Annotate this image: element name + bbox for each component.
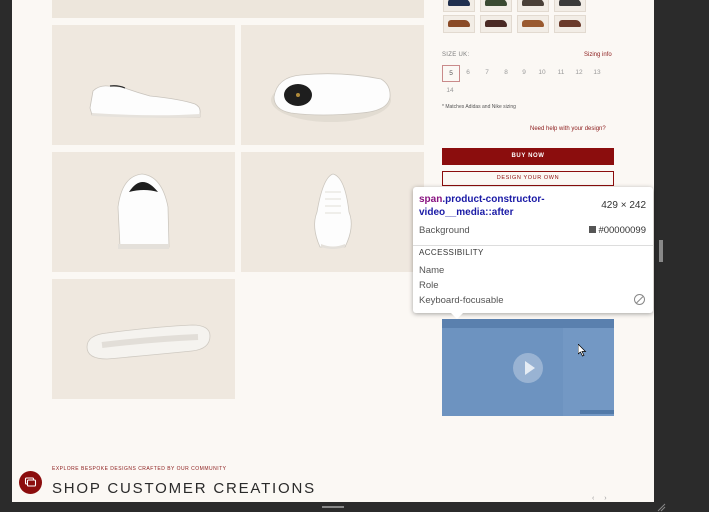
size-option[interactable]: 11 xyxy=(553,65,569,80)
size-option-selected[interactable]: 5 xyxy=(442,65,460,82)
selector-tag: span xyxy=(419,194,443,205)
color-swatch[interactable] xyxy=(480,15,512,33)
color-swatch-icon xyxy=(589,226,597,233)
size-option[interactable]: 8 xyxy=(498,65,514,80)
color-swatch[interactable] xyxy=(480,0,512,12)
element-selector: span.product-constructor-video__media::a… xyxy=(419,193,597,219)
play-icon[interactable] xyxy=(513,353,543,383)
size-option[interactable]: 7 xyxy=(479,65,495,80)
section-title: SHOP CUSTOMER CREATIONS xyxy=(52,480,316,497)
color-swatch[interactable] xyxy=(517,15,549,33)
gallery-image-front[interactable] xyxy=(241,152,424,272)
size-option[interactable]: 6 xyxy=(460,65,476,80)
divider xyxy=(413,245,653,246)
size-option[interactable]: 14 xyxy=(442,83,458,98)
role-label: Role xyxy=(419,280,439,291)
sizing-note: * Matches Adidas and Nike sizing xyxy=(442,104,516,110)
size-option[interactable]: 13 xyxy=(589,65,605,80)
video-overlay-band xyxy=(442,319,614,328)
inspector-tooltip: span.product-constructor-video__media::a… xyxy=(413,187,653,319)
resize-grip-icon[interactable] xyxy=(656,502,666,512)
video-overlay-band xyxy=(580,410,614,414)
video-overlay-band xyxy=(563,328,614,416)
not-focusable-icon xyxy=(634,294,645,305)
size-option[interactable]: 9 xyxy=(516,65,532,80)
sneaker-back-image xyxy=(117,173,170,249)
background-label: Background xyxy=(419,225,470,236)
color-swatch[interactable] xyxy=(554,15,586,33)
gallery-image-top[interactable] xyxy=(241,25,424,145)
gallery-image-side[interactable] xyxy=(52,25,235,145)
color-swatch[interactable] xyxy=(554,0,586,12)
sneaker-sole-image xyxy=(86,324,211,360)
mouse-cursor-icon xyxy=(578,344,587,357)
carousel-arrows[interactable]: ‹ › xyxy=(592,495,611,502)
buy-now-button[interactable]: BUY NOW xyxy=(442,148,614,165)
scrollbar-thumb[interactable] xyxy=(659,240,663,262)
design-help-link[interactable]: Need help with your design? xyxy=(530,126,606,132)
accessibility-heading: ACCESSIBILITY xyxy=(419,248,484,257)
sneaker-top-image xyxy=(271,73,391,122)
size-label: SIZE UK: xyxy=(442,52,470,58)
panel-resize-handle[interactable] xyxy=(322,506,344,508)
name-label: Name xyxy=(419,265,445,276)
gallery-image-back[interactable] xyxy=(52,152,235,272)
element-dimensions: 429 × 242 xyxy=(601,200,646,211)
size-option[interactable]: 10 xyxy=(534,65,550,80)
chat-button[interactable] xyxy=(19,471,42,494)
design-your-own-button[interactable]: DESIGN YOUR OWN xyxy=(442,171,614,186)
previous-image-strip xyxy=(52,0,424,18)
size-option[interactable]: 12 xyxy=(571,65,587,80)
sneaker-side-image xyxy=(89,85,201,118)
keyboard-focusable-label: Keyboard-focusable xyxy=(419,295,504,306)
explore-kicker: EXPLORE BESPOKE DESIGNS CRAFTED BY OUR C… xyxy=(52,466,227,472)
chat-icon xyxy=(24,477,37,487)
color-swatch[interactable] xyxy=(443,15,475,33)
sizing-info-link[interactable]: Sizing info xyxy=(584,52,612,58)
background-value: #00000099 xyxy=(589,225,646,236)
sneaker-front-image xyxy=(314,173,352,249)
color-swatch[interactable] xyxy=(443,0,475,12)
gallery-image-sole[interactable] xyxy=(52,279,235,399)
product-constructor-video[interactable] xyxy=(442,319,614,416)
color-swatch[interactable] xyxy=(517,0,549,12)
